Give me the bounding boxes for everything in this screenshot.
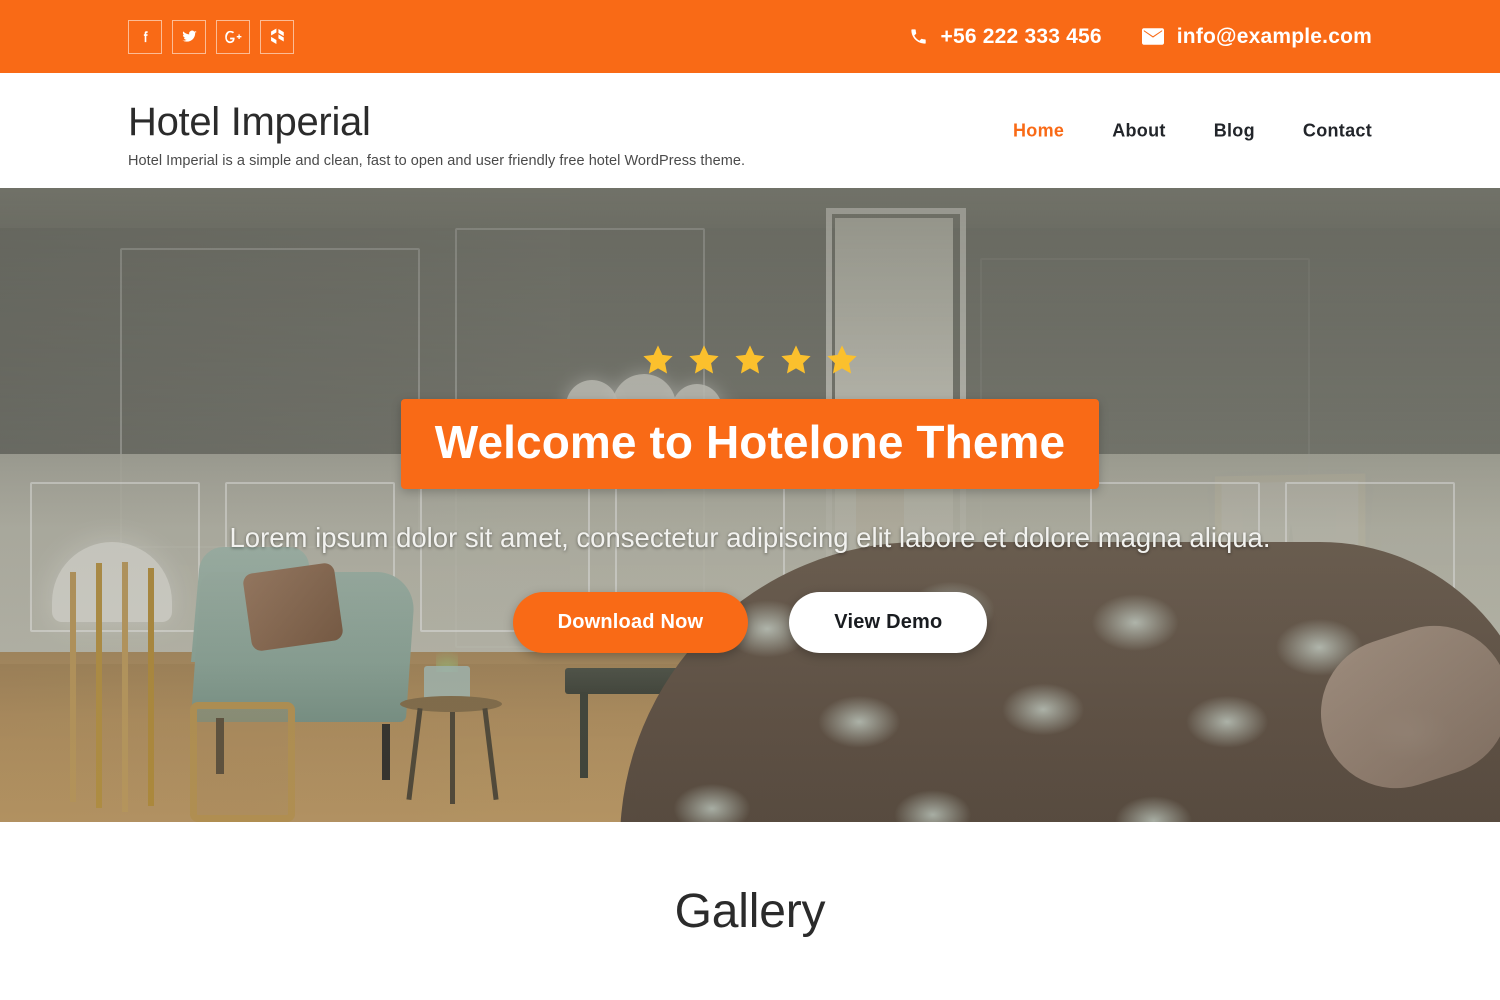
hero-section: Welcome to Hotelone Theme Lorem ipsum do…: [0, 188, 1500, 822]
social-links: [128, 19, 294, 54]
hero-buttons: Download Now View Demo: [512, 592, 988, 653]
top-bar: +56 222 333 456 info@example.com: [0, 0, 1500, 73]
view-demo-button[interactable]: View Demo: [789, 592, 988, 653]
phone-icon: [909, 27, 928, 46]
hero-title-banner: Welcome to Hotelone Theme: [400, 399, 1100, 489]
main-navigation: Home About Blog Contact: [1013, 120, 1372, 141]
star-icon: [781, 345, 811, 374]
twitter-icon[interactable]: [172, 19, 206, 54]
envelope-icon: [1141, 28, 1164, 45]
facebook-icon[interactable]: [128, 19, 162, 54]
gallery-title: Gallery: [674, 884, 826, 938]
star-icon: [827, 345, 857, 374]
nav-item-contact[interactable]: Contact: [1303, 120, 1372, 141]
site-title[interactable]: Hotel Imperial: [128, 99, 745, 145]
google-plus-icon[interactable]: [216, 19, 250, 54]
houzz-icon[interactable]: [260, 19, 294, 54]
rating-stars: [641, 343, 859, 377]
email-contact[interactable]: info@example.com: [1141, 24, 1372, 49]
gallery-section: Gallery: [0, 822, 1500, 1000]
phone-number: +56 222 333 456: [940, 24, 1102, 48]
branding: Hotel Imperial Hotel Imperial is a simpl…: [128, 99, 745, 169]
hero-subtitle: Lorem ipsum dolor sit amet, consectetur …: [229, 522, 1271, 553]
download-now-button[interactable]: Download Now: [512, 592, 749, 653]
site-tagline: Hotel Imperial is a simple and clean, fa…: [128, 153, 746, 169]
nav-item-blog[interactable]: Blog: [1214, 120, 1255, 141]
star-icon: [643, 345, 673, 374]
email-address: info@example.com: [1176, 24, 1372, 48]
site-header: Hotel Imperial Hotel Imperial is a simpl…: [0, 73, 1500, 188]
contact-info: +56 222 333 456 info@example.com: [909, 25, 1372, 49]
phone-contact[interactable]: +56 222 333 456: [909, 25, 1102, 49]
hero-title: Welcome to Hotelone Theme: [434, 416, 1066, 468]
nav-item-about[interactable]: About: [1112, 120, 1165, 141]
nav-item-home[interactable]: Home: [1013, 120, 1064, 141]
star-icon: [689, 345, 719, 374]
star-icon: [735, 345, 765, 374]
hero-content: Welcome to Hotelone Theme Lorem ipsum do…: [0, 188, 1500, 822]
